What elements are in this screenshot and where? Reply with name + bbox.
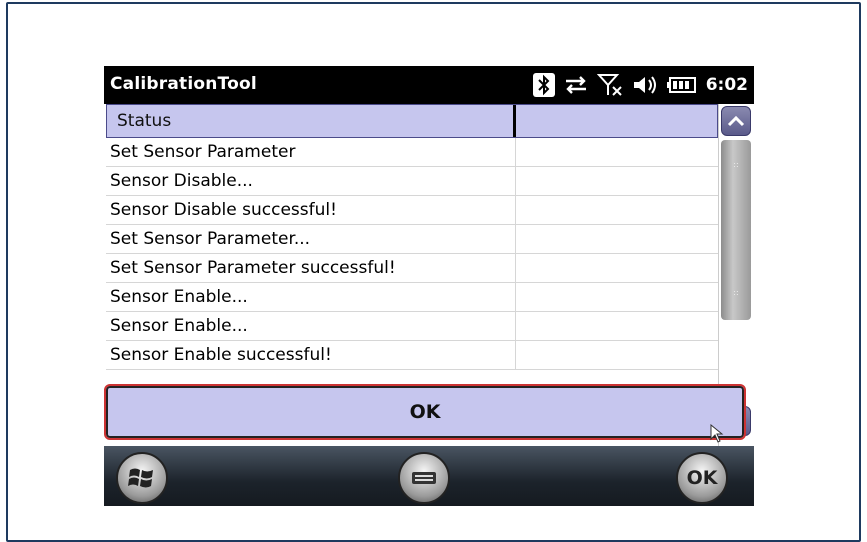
table-row[interactable]: Sensor Enable... [106,312,718,341]
chevron-up-icon [727,115,745,127]
table-row[interactable]: Sensor Enable... [106,283,718,312]
keyboard-icon [412,472,436,484]
status-cell: Sensor Enable... [106,312,516,340]
table-row[interactable]: Sensor Disable... [106,167,718,196]
status-cell: Set Sensor Parameter [106,138,516,166]
data-sync-icon[interactable] [564,74,588,96]
table-row[interactable]: Set Sensor Parameter [106,138,718,167]
column-header-2[interactable] [516,105,717,137]
windows-logo-icon [128,468,153,488]
status-cell: Set Sensor Parameter... [106,225,516,253]
app-title: CalibrationTool [110,74,257,94]
scroll-thumb[interactable]: :: :: [721,140,751,320]
empty-cell [516,196,718,224]
empty-cell [516,341,718,369]
empty-cell [516,312,718,340]
battery-icon[interactable] [666,76,697,94]
title-bar: CalibrationTool 6:02 [104,66,754,104]
empty-cell [516,283,718,311]
taskbar-ok-button[interactable]: OK [676,452,728,504]
table-row[interactable]: Set Sensor Parameter successful! [106,254,718,283]
scroll-up-button[interactable] [721,106,751,136]
status-cell: Sensor Enable successful! [106,341,516,369]
device-screen: CalibrationTool 6:02 Status Set Sensor P… [104,66,754,506]
grip-icon: :: [733,160,739,169]
ok-button[interactable]: OK [104,384,746,440]
status-cell: Set Sensor Parameter successful! [106,254,516,282]
bluetooth-icon[interactable] [532,73,555,97]
empty-cell [516,138,718,166]
table-row[interactable]: Sensor Enable successful! [106,341,718,370]
clock: 6:02 [705,75,748,95]
column-header-status[interactable]: Status [107,105,516,137]
grid-rows: Set Sensor Parameter Sensor Disable... S… [106,138,718,370]
status-icons: 6:02 [532,72,748,98]
status-cell: Sensor Enable... [106,283,516,311]
table-row[interactable]: Set Sensor Parameter... [106,225,718,254]
keyboard-button[interactable] [398,452,450,504]
volume-icon[interactable] [632,74,658,96]
status-cell: Sensor Disable successful! [106,196,516,224]
grip-icon: :: [733,288,739,297]
grid-header: Status [106,104,718,138]
status-cell: Sensor Disable... [106,167,516,195]
start-button[interactable] [116,452,168,504]
table-row[interactable]: Sensor Disable successful! [106,196,718,225]
empty-cell [516,225,718,253]
empty-cell [516,254,718,282]
taskbar: OK [104,446,754,506]
no-signal-icon[interactable] [596,73,623,97]
mouse-cursor-icon [710,424,724,443]
empty-cell [516,167,718,195]
